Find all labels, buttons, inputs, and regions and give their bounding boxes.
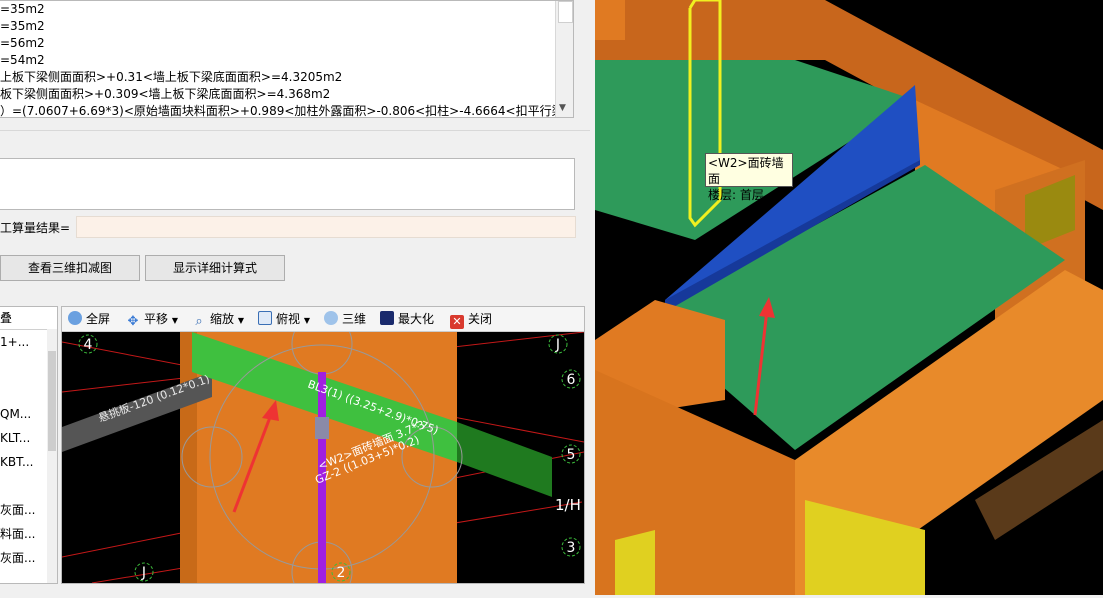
formula-line: ）=(7.0607+6.69*3)<原始墙面块料面积>+0.989<加柱外露面积…	[0, 104, 574, 118]
view-3d-deduction-button[interactable]: 查看三维扣减图	[0, 255, 140, 281]
viewer-canvas[interactable]: 悬挑板-120 (0.12*0.1) BL3(1) ((3.25+2.9)*0.…	[62, 332, 584, 583]
formula-line: =54m2	[0, 53, 45, 67]
svg-text:2: 2	[337, 565, 346, 581]
yellow-wall-left	[615, 530, 655, 595]
formula-text-area[interactable]: =35m2 =35m2 =56m2 =54m2 上板下梁侧面面积>+0.31<墙…	[0, 0, 574, 118]
fullscreen-label: 全屏	[86, 312, 111, 326]
maximize-label: 最大化	[398, 312, 435, 326]
tooltip-title: <W2>面砖墙面	[708, 156, 784, 186]
show-detail-formula-button[interactable]: 显示详细计算式	[145, 255, 285, 281]
top-view-icon	[258, 311, 272, 325]
svg-text:6: 6	[567, 372, 576, 388]
element-tooltip: <W2>面砖墙面 楼层: 首层	[705, 153, 793, 202]
svg-text:J: J	[555, 337, 560, 353]
top-view-label: 俯视	[276, 312, 301, 326]
svg-text:4: 4	[84, 337, 93, 353]
list-header[interactable]: 叠	[0, 307, 57, 330]
three-d-label: 三维	[342, 312, 367, 326]
formula-line: =56m2	[0, 36, 45, 50]
zoom-label: 缩放	[210, 312, 235, 326]
axis-marker-1H: 1/H	[555, 496, 581, 514]
maximize-icon	[380, 311, 394, 325]
close-button[interactable]: ✕ 关闭	[450, 310, 493, 329]
deduction-3d-viewer[interactable]: 全屏 ✥ 平移 ▼ ⌕ 缩放 ▼ 俯视 ▼ 三维 最大化 ✕ 关闭 悬挑板-12…	[61, 306, 585, 584]
component-list: 叠 1+... QM... KLT... KBT... 灰面... 料面... …	[0, 306, 58, 584]
scroll-down-icon[interactable]: ▼	[559, 103, 566, 113]
main-3d-canvas[interactable]	[595, 0, 1103, 595]
manual-formula-input[interactable]	[0, 158, 575, 210]
formula-line: 板下梁侧面面积>+0.309<墙上板下梁底面面积>=4.368m2	[0, 87, 331, 101]
chevron-down-icon: ▼	[171, 316, 178, 325]
main-3d-view[interactable]	[595, 0, 1103, 595]
result-field[interactable]	[76, 216, 576, 238]
wall-segment	[595, 0, 625, 40]
fullscreen-button[interactable]: 全屏	[68, 310, 110, 328]
scrollbar-thumb[interactable]	[558, 1, 573, 23]
zoom-button[interactable]: ⌕ 缩放 ▼	[192, 310, 244, 329]
pan-arrows-icon: ✥	[127, 314, 139, 329]
magnifier-icon: ⌕	[195, 314, 203, 329]
viewer-toolbar: 全屏 ✥ 平移 ▼ ⌕ 缩放 ▼ 俯视 ▼ 三维 最大化 ✕ 关闭	[62, 307, 584, 332]
three-d-icon	[324, 311, 338, 325]
formula-line: =35m2	[0, 2, 45, 16]
pan-button[interactable]: ✥ 平移 ▼	[126, 310, 178, 329]
formula-line: 上板下梁侧面面积>+0.31<墙上板下梁底面面积>=4.3205m2	[0, 70, 343, 84]
result-label: 工算量结果=	[0, 221, 71, 235]
svg-text:5: 5	[567, 447, 576, 463]
formula-scrollbar[interactable]: ▼	[555, 1, 573, 117]
pan-label: 平移	[144, 312, 169, 326]
formula-line: =35m2	[0, 19, 45, 33]
column-joint	[315, 417, 329, 439]
fullscreen-icon	[68, 311, 82, 325]
left-panel: =35m2 =35m2 =56m2 =54m2 上板下梁侧面面积>+0.31<墙…	[0, 0, 595, 595]
chevron-down-icon: ▼	[303, 316, 310, 325]
close-label: 关闭	[468, 312, 493, 326]
scrollbar-thumb[interactable]	[48, 351, 56, 451]
three-d-button[interactable]: 三维	[324, 310, 366, 328]
svg-text:J: J	[141, 565, 146, 581]
divider	[0, 130, 590, 131]
svg-text:3: 3	[567, 540, 576, 556]
list-scrollbar[interactable]	[47, 329, 57, 583]
tooltip-floor: 楼层: 首层	[708, 188, 764, 202]
maximize-button[interactable]: 最大化	[380, 310, 434, 328]
close-icon: ✕	[450, 315, 464, 329]
top-view-button[interactable]: 俯视 ▼	[258, 310, 310, 328]
chevron-down-icon: ▼	[237, 316, 244, 325]
